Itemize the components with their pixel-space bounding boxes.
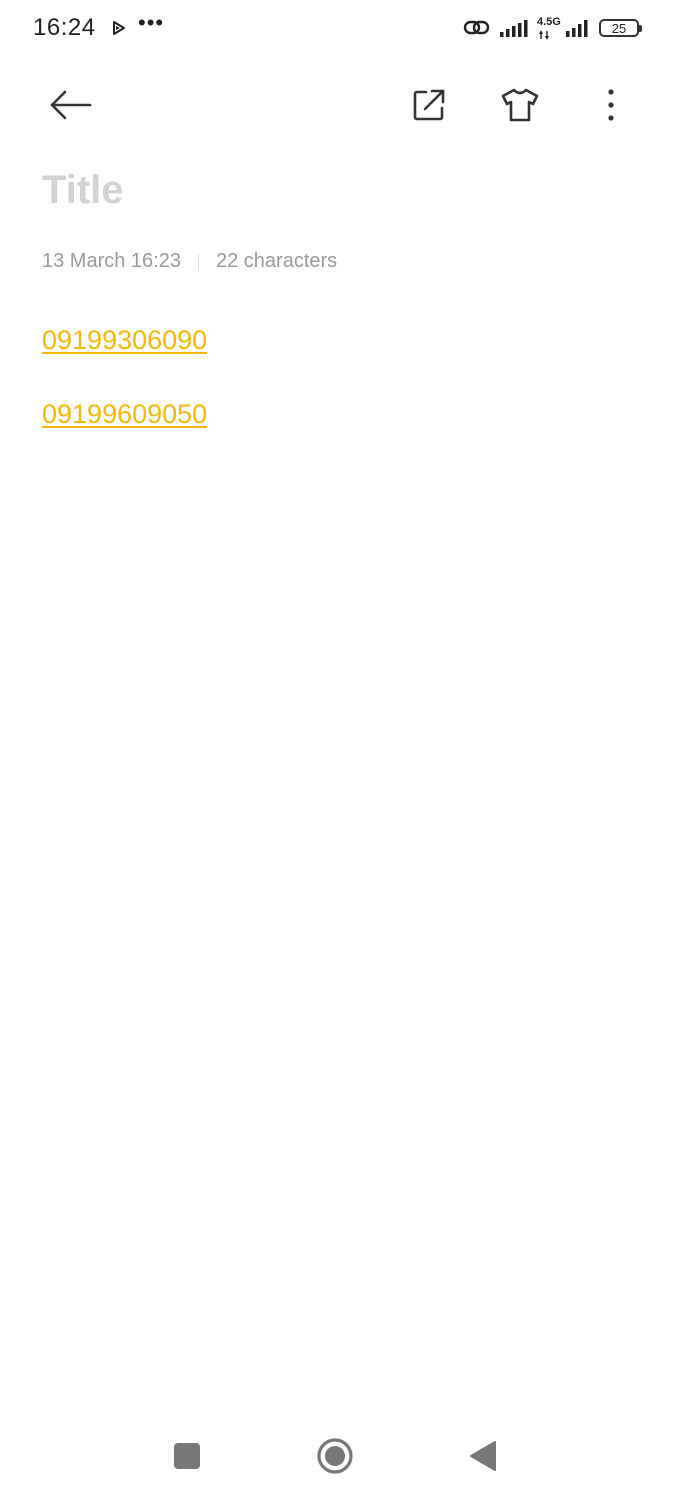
signal-strength-icon-2: [566, 20, 588, 37]
triangle-back-icon: [470, 1441, 496, 1471]
home-button[interactable]: [305, 1426, 365, 1486]
status-time: 16:24: [33, 14, 96, 41]
note-toolbar: [0, 70, 675, 140]
more-notifications-icon: •••: [138, 10, 165, 35]
note-char-count: 22 characters: [215, 250, 338, 272]
vertical-dots-icon: [608, 89, 614, 121]
data-activity-icon: [539, 30, 549, 40]
more-options-button[interactable]: [583, 77, 639, 133]
phone-number-link[interactable]: 09199306090: [42, 322, 207, 358]
network-type-label: 4.5G: [537, 16, 561, 28]
status-indicators: 4.5G 25: [463, 14, 642, 42]
theme-button[interactable]: [492, 77, 548, 133]
meta-divider: [197, 253, 199, 270]
circle-icon: [317, 1438, 353, 1474]
external-share-icon: [413, 89, 445, 121]
share-button[interactable]: [401, 77, 457, 133]
signal-strength-icon: [500, 20, 528, 37]
status-bar: 16:24 ••• 4.5G 25: [0, 0, 675, 58]
battery-icon: 25: [599, 19, 642, 37]
note-meta: 13 March 16:23 22 characters: [42, 250, 337, 273]
media-play-icon: [113, 21, 125, 35]
note-body[interactable]: 09199306090 09199609050: [42, 322, 632, 470]
nav-back-button[interactable]: [453, 1426, 513, 1486]
link-icon: [463, 20, 490, 35]
back-button[interactable]: [42, 77, 98, 133]
battery-level: 25: [611, 20, 627, 36]
square-icon: [174, 1443, 200, 1469]
network-type: 4.5G: [537, 15, 561, 41]
phone-number-link[interactable]: 09199609050: [42, 396, 207, 432]
t-shirt-icon: [501, 88, 539, 122]
system-navigation-bar: [0, 1420, 675, 1492]
note-date: 13 March 16:23: [42, 250, 181, 272]
note-title-input[interactable]: [42, 168, 632, 213]
recents-button[interactable]: [157, 1426, 217, 1486]
arrow-left-icon: [50, 90, 92, 120]
